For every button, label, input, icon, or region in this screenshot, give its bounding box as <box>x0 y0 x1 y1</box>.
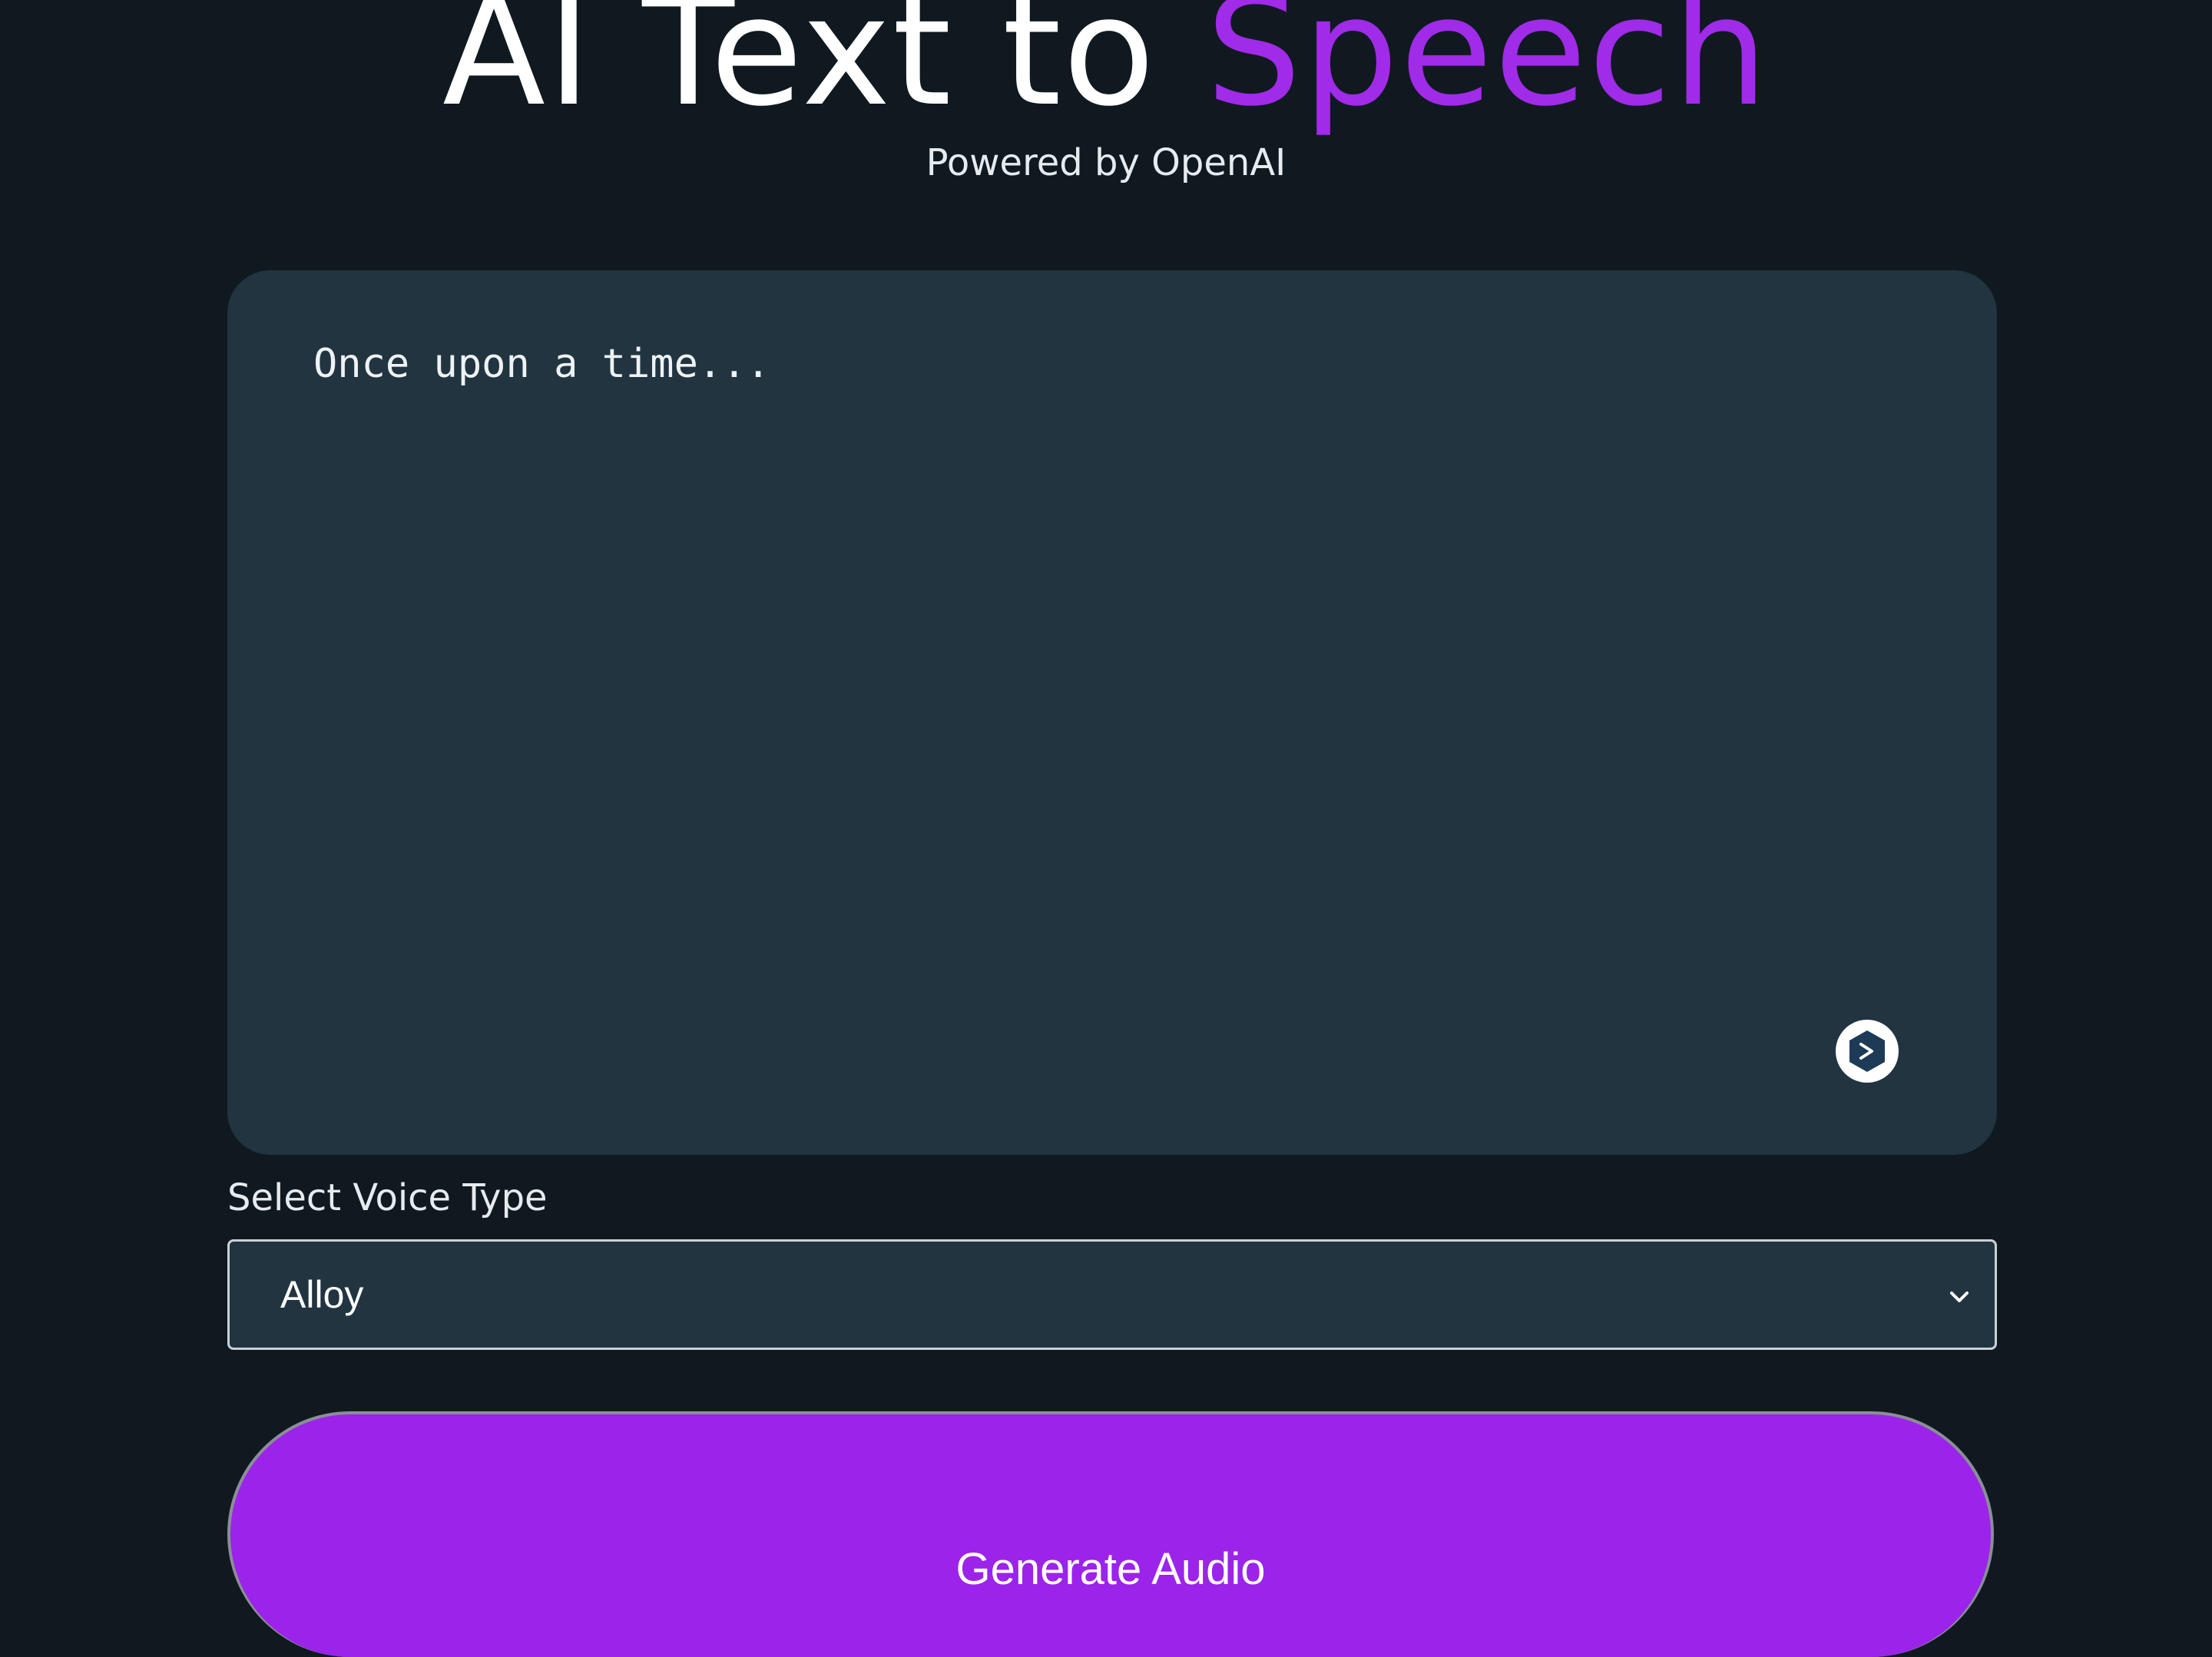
voice-type-select[interactable]: Alloy <box>227 1239 1997 1350</box>
voice-type-label: Select Voice Type <box>227 1176 548 1219</box>
generate-audio-button[interactable]: Generate Audio <box>227 1411 1994 1657</box>
page-title: AI Text to Speech <box>0 0 2212 144</box>
page-title-accent: Speech <box>1205 0 1770 140</box>
hexagon-play-icon <box>1849 1030 1885 1072</box>
text-input-panel <box>227 270 1997 1155</box>
chevron-down-icon <box>1950 1292 1969 1302</box>
grammar-assistant-icon[interactable] <box>1836 1020 1899 1083</box>
page-subtitle: Powered by OpenAI <box>926 141 1286 184</box>
speech-text-input[interactable] <box>313 336 1911 1027</box>
page-title-main: AI Text to <box>442 0 1206 140</box>
voice-type-selected-value: Alloy <box>280 1273 364 1316</box>
